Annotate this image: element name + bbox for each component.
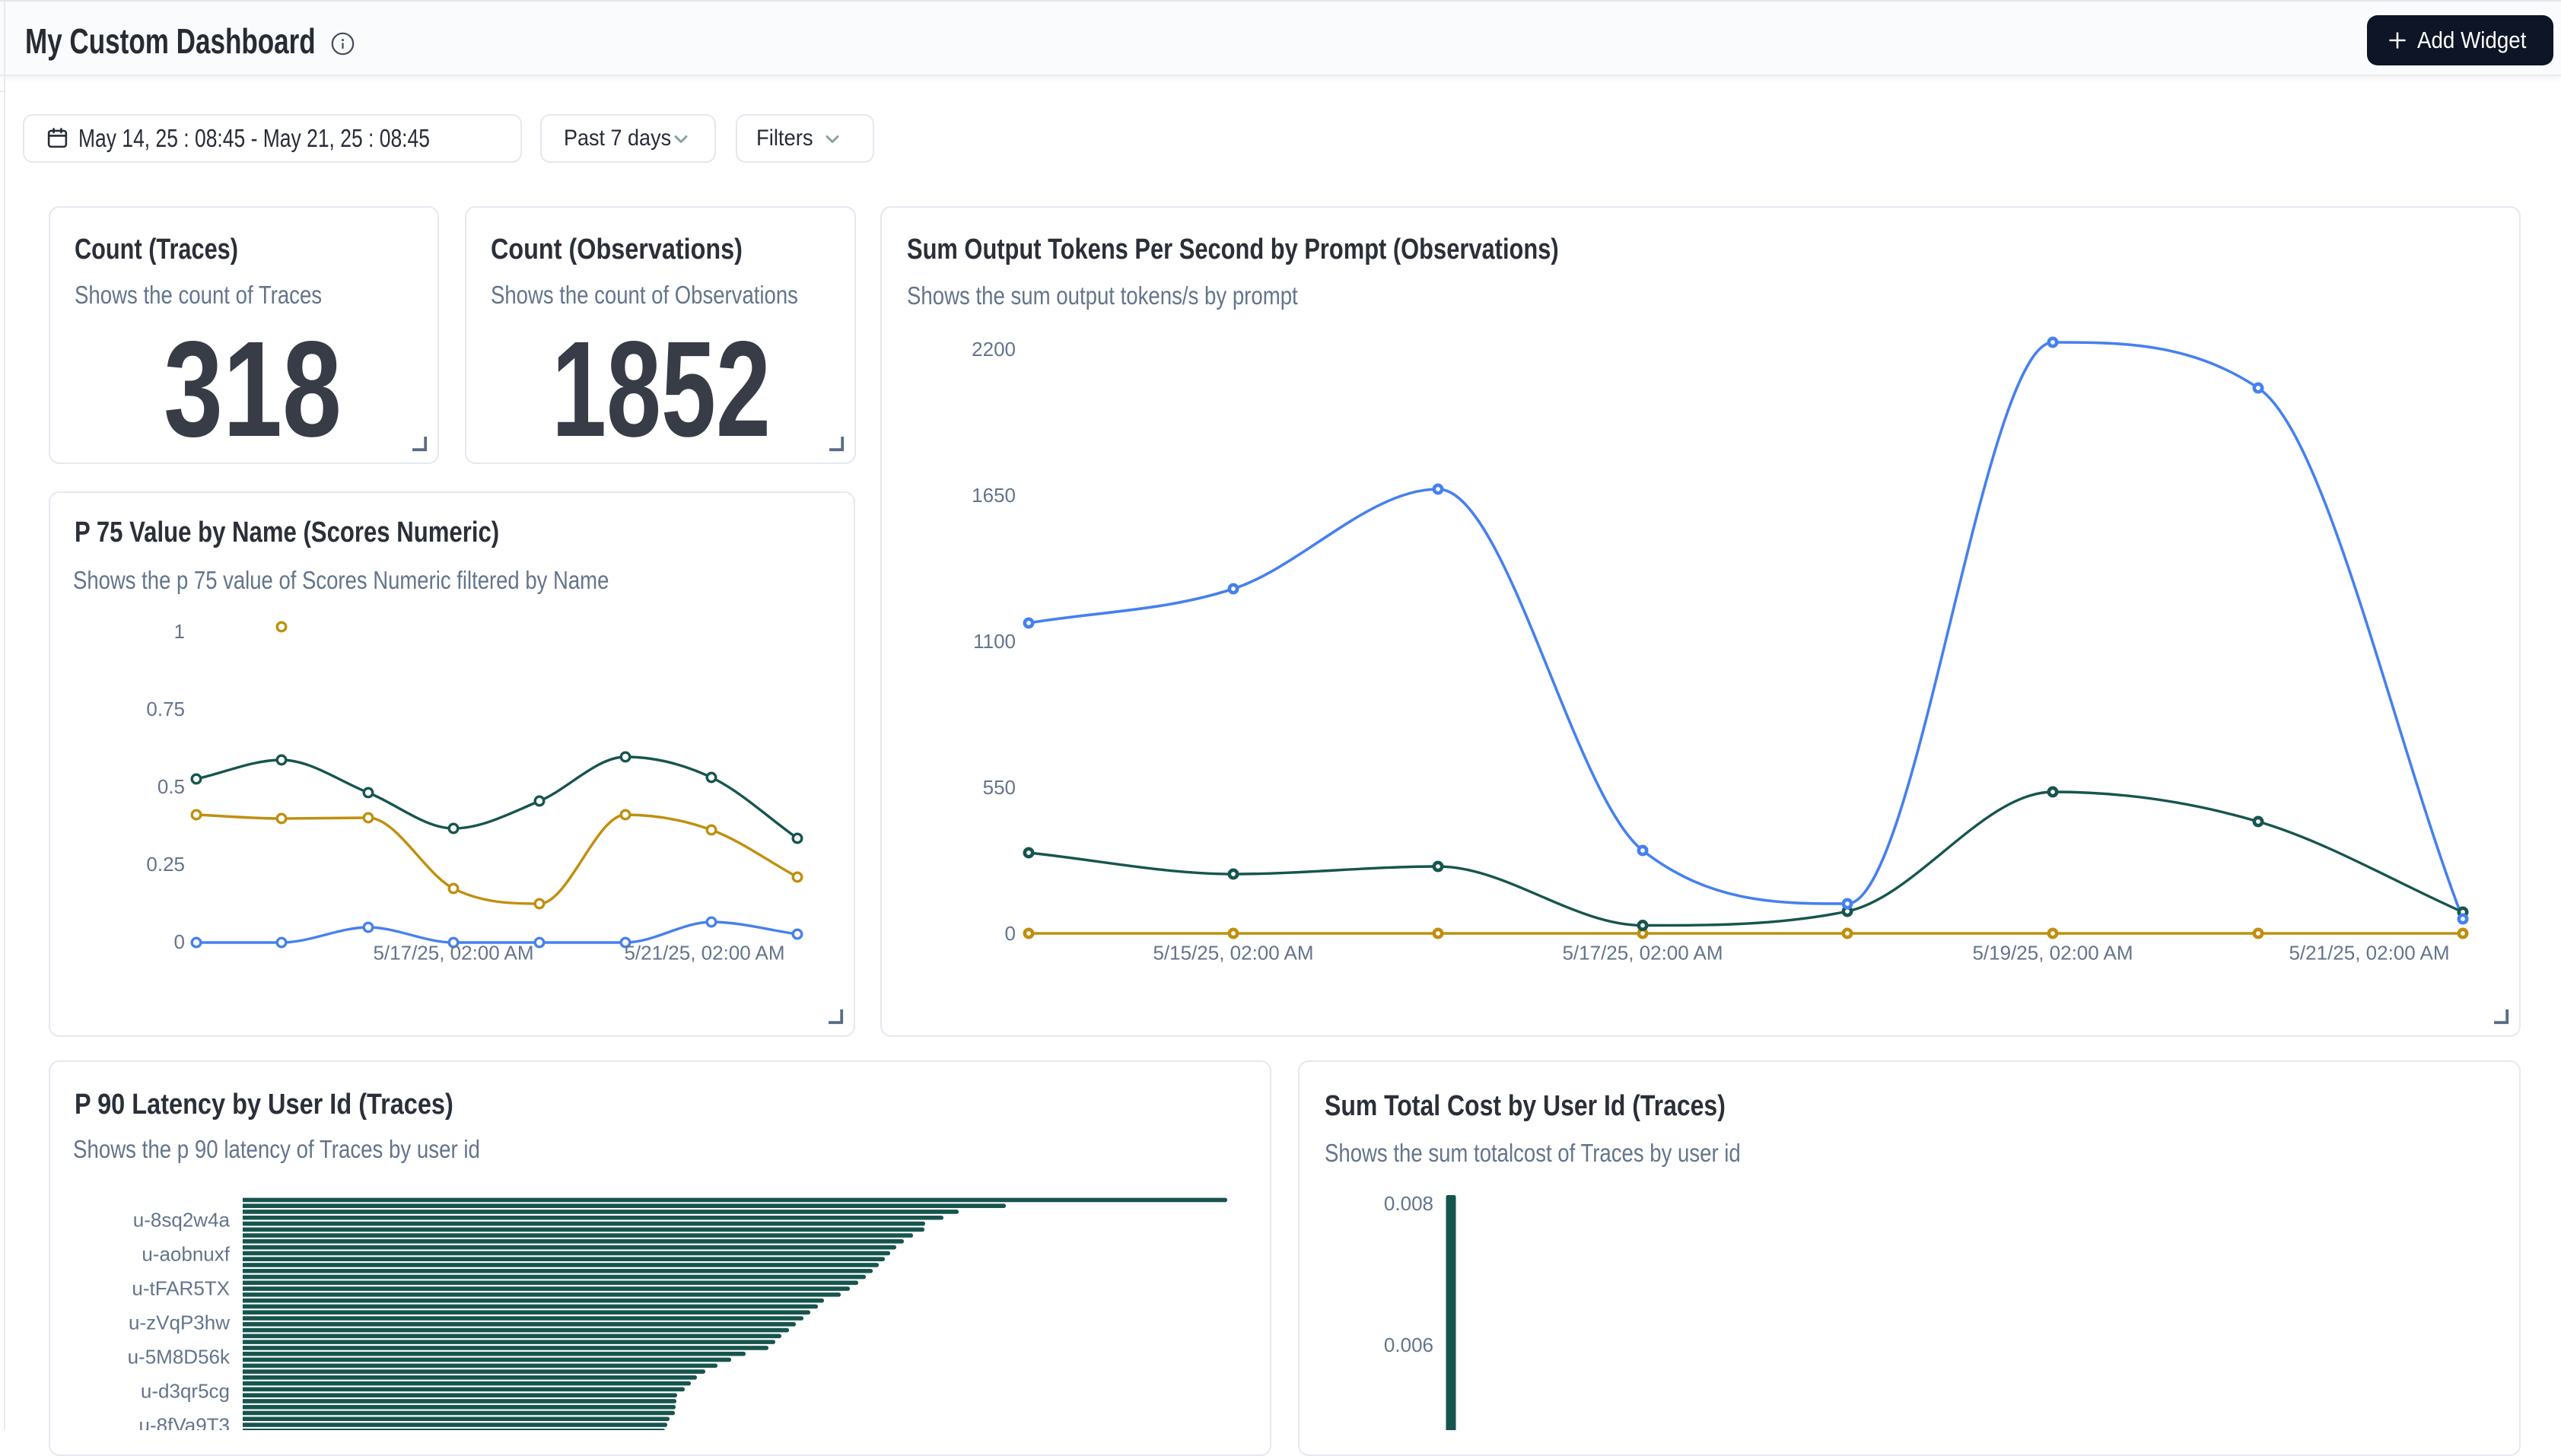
svg-text:5/17/25, 02:00 AM: 5/17/25, 02:00 AM — [373, 942, 533, 965]
svg-text:u-aobnuxf: u-aobnuxf — [142, 1243, 230, 1266]
svg-text:u-zVqP3hw: u-zVqP3hw — [129, 1311, 230, 1334]
svg-text:1100: 1100 — [973, 630, 1016, 653]
svg-text:u-8sq2w4a: u-8sq2w4a — [133, 1209, 231, 1232]
svg-text:5/21/25, 02:00 AM: 5/21/25, 02:00 AM — [2289, 942, 2449, 965]
svg-text:0.25: 0.25 — [146, 853, 185, 876]
svg-text:550: 550 — [983, 776, 1016, 799]
svg-text:u-tFAR5TX: u-tFAR5TX — [132, 1277, 230, 1300]
svg-text:1: 1 — [174, 620, 185, 643]
svg-text:0.008: 0.008 — [1384, 1192, 1433, 1215]
svg-text:0: 0 — [1005, 922, 1016, 945]
svg-text:1650: 1650 — [972, 484, 1016, 507]
svg-text:u-5M8D56k: u-5M8D56k — [128, 1346, 231, 1369]
svg-text:u-d3qr5cg: u-d3qr5cg — [141, 1380, 230, 1403]
svg-text:u-8fVa9T3: u-8fVa9T3 — [139, 1414, 230, 1431]
svg-text:0: 0 — [174, 930, 185, 953]
svg-text:5/19/25, 02:00 AM: 5/19/25, 02:00 AM — [1972, 942, 2133, 965]
svg-text:0.006: 0.006 — [1384, 1334, 1433, 1356]
svg-text:0.5: 0.5 — [157, 775, 185, 798]
svg-text:2200: 2200 — [972, 338, 1016, 361]
svg-text:5/17/25, 02:00 AM: 5/17/25, 02:00 AM — [1562, 942, 1723, 965]
svg-text:5/21/25, 02:00 AM: 5/21/25, 02:00 AM — [624, 942, 784, 965]
svg-text:5/15/25, 02:00 AM: 5/15/25, 02:00 AM — [1153, 942, 1313, 965]
svg-text:0.75: 0.75 — [146, 698, 185, 720]
